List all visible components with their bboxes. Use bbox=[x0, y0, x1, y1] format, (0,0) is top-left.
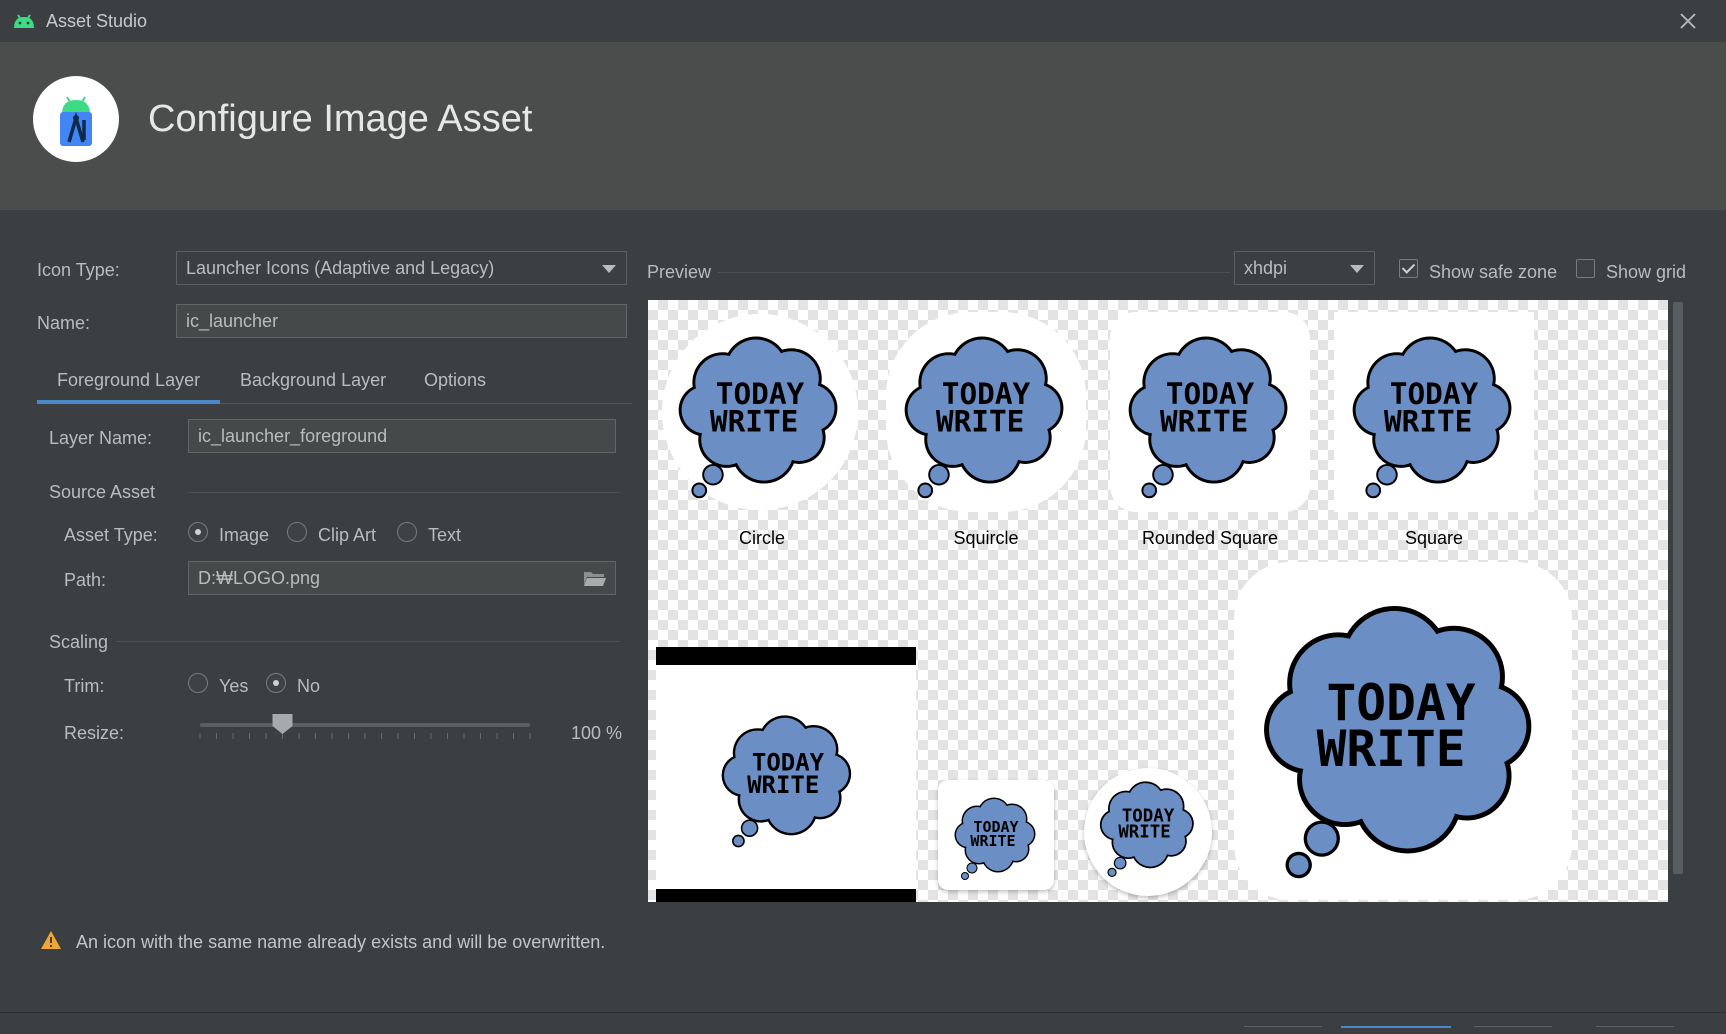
preview-square: TODAY WRITE bbox=[1334, 312, 1534, 512]
trim-yes-radio[interactable] bbox=[188, 673, 208, 693]
resize-slider[interactable] bbox=[196, 712, 534, 742]
show-safe-zone-checkbox[interactable] bbox=[1399, 259, 1418, 278]
trim-no-radio[interactable] bbox=[266, 673, 286, 693]
icon-type-value: Launcher Icons (Adaptive and Legacy) bbox=[186, 258, 495, 278]
preview-label: Preview bbox=[647, 262, 712, 282]
svg-text:WRITE: WRITE bbox=[1118, 823, 1170, 843]
density-value: xhdpi bbox=[1244, 258, 1288, 278]
wizard-header: Configure Image Asset bbox=[0, 42, 1726, 210]
asset-type-clipart-radio[interactable] bbox=[287, 522, 307, 542]
close-icon[interactable] bbox=[1675, 8, 1701, 34]
preview-squircle: TODAY WRITE bbox=[886, 312, 1086, 512]
shape-label-square: Square bbox=[1404, 528, 1464, 548]
page-title: Configure Image Asset bbox=[148, 98, 533, 140]
layer-name-value: ic_launcher_foreground bbox=[198, 426, 388, 446]
svg-text:WRITE: WRITE bbox=[747, 771, 819, 799]
footer-button-default[interactable] bbox=[1341, 1026, 1451, 1034]
source-asset-heading: Source Asset bbox=[49, 482, 156, 502]
legacy-top-bar bbox=[656, 647, 916, 665]
logo-image: TODAYWRITE bbox=[954, 797, 1036, 880]
preview-legacy-full-bleed: TODAY WRITE bbox=[656, 647, 916, 902]
path-value: D:₩LOGO.png bbox=[198, 568, 321, 588]
svg-text:WRITE: WRITE bbox=[710, 405, 798, 439]
scaling-divider bbox=[116, 641, 620, 642]
android-studio-logo bbox=[33, 76, 119, 162]
tab-selected-indicator bbox=[37, 400, 220, 404]
folder-open-icon[interactable] bbox=[583, 569, 607, 587]
density-dropdown[interactable]: xhdpi bbox=[1234, 251, 1375, 285]
preview-divider bbox=[718, 272, 1230, 273]
preview-circle: TODAY WRITE bbox=[662, 314, 858, 510]
logo-image: TODAYWRITE bbox=[1128, 336, 1288, 499]
tab-background-layer[interactable]: Background Layer bbox=[240, 370, 386, 391]
warning-message: An icon with the same name already exist… bbox=[76, 932, 606, 952]
footer-divider bbox=[0, 1012, 1726, 1013]
preview-rounded-square: TODAY WRITE bbox=[1110, 312, 1310, 512]
resize-value: 100 % bbox=[571, 723, 623, 743]
show-safe-zone-label[interactable]: Show safe zone bbox=[1429, 262, 1557, 283]
logo-image: TODAYWRITE bbox=[1099, 781, 1194, 878]
trim-no-label[interactable]: No bbox=[297, 676, 320, 697]
trim-yes-label[interactable]: Yes bbox=[219, 676, 248, 697]
svg-text:WRITE: WRITE bbox=[1317, 720, 1466, 778]
asset-type-image-radio[interactable] bbox=[188, 522, 208, 542]
chevron-down-icon bbox=[1350, 265, 1364, 273]
logo-image: TODAYWRITE bbox=[678, 336, 838, 499]
window-title: Asset Studio bbox=[46, 11, 148, 31]
android-icon bbox=[14, 14, 34, 28]
logo-image: TODAYWRITE bbox=[721, 715, 852, 848]
path-label: Path: bbox=[64, 570, 107, 590]
title-bar: Asset Studio bbox=[0, 0, 1726, 42]
warning-icon bbox=[41, 931, 61, 949]
svg-text:WRITE: WRITE bbox=[970, 832, 1015, 850]
layer-name-input[interactable]: ic_launcher_foreground bbox=[188, 419, 616, 453]
svg-text:WRITE: WRITE bbox=[936, 405, 1024, 439]
shape-label-squircle: Squircle bbox=[953, 528, 1019, 548]
path-input[interactable]: D:₩LOGO.png bbox=[188, 561, 616, 595]
preview-legacy-round: TODAY WRITE bbox=[1084, 768, 1212, 896]
icon-type-dropdown[interactable]: Launcher Icons (Adaptive and Legacy) bbox=[176, 251, 627, 285]
shape-label-circle: Circle bbox=[738, 528, 785, 548]
layer-name-label: Layer Name: bbox=[49, 428, 153, 448]
asset-type-label: Asset Type: bbox=[64, 525, 158, 545]
legacy-bottom-bar bbox=[656, 889, 916, 902]
resize-label: Resize: bbox=[64, 723, 125, 743]
preview-legacy-square: TODAY WRITE bbox=[938, 780, 1054, 890]
shape-label-rounded-square: Rounded Square bbox=[1141, 528, 1279, 548]
preview-web-icon: TODAY WRITE bbox=[1234, 562, 1572, 900]
asset-type-text-radio[interactable] bbox=[397, 522, 417, 542]
asset-type-clipart-label[interactable]: Clip Art bbox=[318, 525, 376, 546]
show-grid-label[interactable]: Show grid bbox=[1606, 262, 1686, 283]
name-label: Name: bbox=[37, 313, 91, 333]
scaling-heading: Scaling bbox=[49, 632, 109, 652]
trim-label: Trim: bbox=[64, 676, 105, 696]
logo-image: TODAYWRITE bbox=[904, 336, 1064, 499]
tab-foreground-layer[interactable]: Foreground Layer bbox=[57, 370, 200, 391]
preview-canvas: TODAY WRITE Circle TODAY WRITE Squircle TO… bbox=[648, 300, 1668, 902]
logo-image: TODAYWRITE bbox=[1352, 336, 1512, 499]
tab-options[interactable]: Options bbox=[424, 370, 486, 391]
preview-scrollbar-thumb[interactable] bbox=[1673, 302, 1683, 874]
resize-slider-thumb[interactable] bbox=[272, 714, 293, 734]
icon-type-label: Icon Type: bbox=[37, 260, 120, 280]
name-value: ic_launcher bbox=[186, 311, 279, 331]
source-asset-divider bbox=[188, 492, 620, 493]
logo-image: TODAYWRITE bbox=[1264, 605, 1532, 879]
svg-text:WRITE: WRITE bbox=[1160, 405, 1248, 439]
chevron-down-icon bbox=[602, 265, 616, 273]
svg-text:WRITE: WRITE bbox=[1384, 405, 1472, 439]
name-input[interactable]: ic_launcher bbox=[176, 304, 627, 338]
asset-type-text-label[interactable]: Text bbox=[428, 525, 461, 546]
asset-type-image-label[interactable]: Image bbox=[219, 525, 269, 546]
show-grid-checkbox[interactable] bbox=[1576, 259, 1595, 278]
